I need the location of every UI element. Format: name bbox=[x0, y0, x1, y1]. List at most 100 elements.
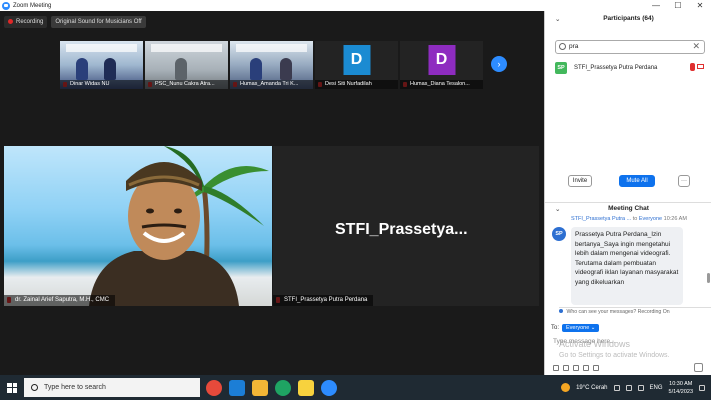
info-icon bbox=[559, 309, 563, 313]
chat-sender-avatar: SP bbox=[552, 227, 566, 241]
clock[interactable]: 10:30 AM 5/14/2023 bbox=[669, 380, 693, 396]
collapse-chevron-icon[interactable]: ⌄ bbox=[555, 205, 560, 213]
participants-header: ⌄ Participants (64) bbox=[545, 15, 711, 23]
main-video[interactable]: dr. Zainal Arief Saputra, M.H., CMC bbox=[4, 146, 272, 306]
taskbar: Type here to search 19°C Cerah ENG 10:30… bbox=[0, 375, 711, 400]
chat-toolbar bbox=[553, 365, 599, 371]
tray-chevron-icon[interactable] bbox=[613, 384, 620, 391]
more-options-button[interactable]: ··· bbox=[678, 175, 690, 187]
participant-name: Desi Siti Nurfadilah bbox=[315, 80, 398, 89]
person-figure bbox=[280, 58, 292, 80]
participant-name: Humas_Amanda Tri K... bbox=[230, 80, 313, 89]
participant-name: PSC_Nunu Cakra Atra... bbox=[145, 80, 228, 89]
muted-mic-icon bbox=[690, 63, 695, 71]
format-icon[interactable] bbox=[553, 365, 559, 371]
weather-sun-icon[interactable] bbox=[561, 383, 571, 392]
activate-windows-subtitle: Go to Settings to activate Windows. bbox=[559, 352, 670, 359]
window-controls: — ☐ ✕ bbox=[645, 0, 711, 11]
taskbar-apps bbox=[206, 379, 337, 396]
volume-icon[interactable] bbox=[637, 384, 644, 391]
participant-initial: D bbox=[428, 45, 455, 75]
activate-windows-title: Activate Windows bbox=[559, 339, 631, 349]
weather-text[interactable]: 19°C Cerah bbox=[576, 385, 607, 391]
participant-thumb[interactable]: PSC_Nunu Cakra Atra... bbox=[145, 41, 228, 89]
sticky-notes-icon[interactable] bbox=[298, 379, 314, 396]
privacy-notice-text: Who can see your messages? Recording On bbox=[566, 309, 670, 315]
meeting-area: Recording Original Sound for Musicians O… bbox=[0, 11, 544, 375]
search-icon bbox=[559, 43, 566, 50]
recording-label: Recording bbox=[16, 18, 44, 25]
emoji-icon[interactable] bbox=[563, 365, 569, 371]
close-button[interactable]: ✕ bbox=[689, 0, 711, 11]
participant-name: Dinar Widas NU bbox=[60, 80, 143, 89]
minimize-button[interactable]: — bbox=[645, 0, 667, 11]
recording-pill[interactable]: Recording bbox=[4, 15, 48, 28]
zoom-logo-icon bbox=[2, 1, 10, 10]
chat-sender[interactable]: STFI_Prassetya Putra ... bbox=[571, 216, 631, 222]
chat-to-word: to bbox=[632, 216, 638, 222]
participant-thumb[interactable]: D Desi Siti Nurfadilah bbox=[315, 41, 398, 89]
banner-decoration bbox=[151, 44, 222, 52]
person-figure bbox=[104, 58, 116, 80]
search-icon bbox=[31, 384, 38, 391]
language-indicator[interactable]: ENG bbox=[650, 385, 663, 391]
chat-time: 10:26 AM bbox=[663, 216, 687, 222]
participant-thumb[interactable]: Dinar Widas NU bbox=[60, 41, 143, 89]
send-icon[interactable] bbox=[694, 363, 703, 372]
side-panel: ⌄ Participants (64) pra ✕ SP STFI_Prasse… bbox=[544, 11, 711, 375]
chat-message-bubble: Prassetya Putra Perdana_Izin bertanya_Sa… bbox=[571, 227, 683, 305]
screenshot-icon[interactable] bbox=[583, 365, 589, 371]
chat-to-label: To: bbox=[551, 325, 560, 331]
taskbar-search[interactable]: Type here to search bbox=[24, 378, 200, 397]
chat-title: Meeting Chat bbox=[608, 205, 649, 212]
window-titlebar: Zoom Meeting — ☐ ✕ bbox=[0, 0, 711, 11]
original-sound-pill[interactable]: Original Sound for Musicians Off bbox=[51, 15, 146, 28]
invite-button[interactable]: Invite bbox=[568, 175, 592, 187]
main-video-name: dr. Zainal Arief Saputra, M.H., CMC bbox=[4, 295, 116, 306]
banner-decoration bbox=[236, 44, 307, 52]
person-figure bbox=[76, 58, 88, 80]
notification-icon[interactable] bbox=[699, 384, 705, 391]
start-button[interactable] bbox=[0, 375, 24, 400]
participant-row[interactable]: SP STFI_Prassetya Putra Perdana bbox=[555, 61, 705, 75]
video-off-icon bbox=[697, 64, 704, 69]
speaker-display-name: STFI_Prassetya... bbox=[335, 221, 468, 238]
more-icon[interactable] bbox=[593, 365, 599, 371]
windows-logo-icon bbox=[7, 382, 17, 393]
person-figure bbox=[175, 58, 187, 80]
clear-search-icon[interactable]: ✕ bbox=[692, 41, 700, 52]
participant-search-input[interactable]: pra ✕ bbox=[555, 40, 705, 54]
file-explorer-icon[interactable] bbox=[252, 379, 268, 396]
chrome-icon[interactable] bbox=[206, 379, 222, 396]
zoom-taskbar-icon[interactable] bbox=[321, 379, 337, 396]
chat-privacy-notice[interactable]: Who can see your messages? Recording On bbox=[559, 307, 711, 316]
search-value: pra bbox=[569, 43, 579, 50]
mail-icon[interactable] bbox=[229, 379, 245, 396]
maximize-button[interactable]: ☐ bbox=[667, 0, 689, 11]
recording-dot-icon bbox=[8, 19, 13, 24]
window-title: Zoom Meeting bbox=[13, 2, 52, 9]
file-icon[interactable] bbox=[573, 365, 579, 371]
chat-recipient: Everyone bbox=[638, 216, 663, 222]
participant-initial: D bbox=[343, 45, 370, 75]
chat-header: ⌄ Meeting Chat bbox=[545, 202, 711, 213]
participant-row-name: STFI_Prassetya Putra Perdana bbox=[574, 65, 658, 71]
system-tray: 19°C Cerah ENG 10:30 AM 5/14/2023 bbox=[561, 375, 711, 400]
person-figure bbox=[250, 58, 262, 80]
edge-icon[interactable] bbox=[275, 379, 291, 396]
participant-thumb[interactable]: Humas_Amanda Tri K... bbox=[230, 41, 313, 89]
participant-name: Humas_Diana Tesalon... bbox=[400, 80, 483, 89]
recording-indicator: Recording Original Sound for Musicians O… bbox=[4, 15, 146, 28]
chat-recipient-select[interactable]: Everyone ⌄ bbox=[562, 324, 600, 332]
strip-next-button[interactable]: › bbox=[491, 56, 507, 72]
participant-thumb[interactable]: D Humas_Diana Tesalon... bbox=[400, 41, 483, 89]
collapse-chevron-icon[interactable]: ⌄ bbox=[555, 15, 560, 23]
speaker-tile-name: STFI_Prassetya Putra Perdana bbox=[273, 295, 374, 306]
chat-scrollbar[interactable] bbox=[707, 273, 710, 283]
mute-all-button[interactable]: Mute All bbox=[619, 175, 655, 187]
participant-strip: Dinar Widas NU PSC_Nunu Cakra Atra... Hu… bbox=[60, 41, 483, 89]
clock-time: 10:30 AM bbox=[669, 380, 693, 387]
taskbar-search-placeholder: Type here to search bbox=[44, 384, 106, 391]
network-icon[interactable] bbox=[625, 384, 632, 391]
chat-message-meta: STFI_Prassetya Putra ... to Everyone 10:… bbox=[571, 216, 687, 222]
